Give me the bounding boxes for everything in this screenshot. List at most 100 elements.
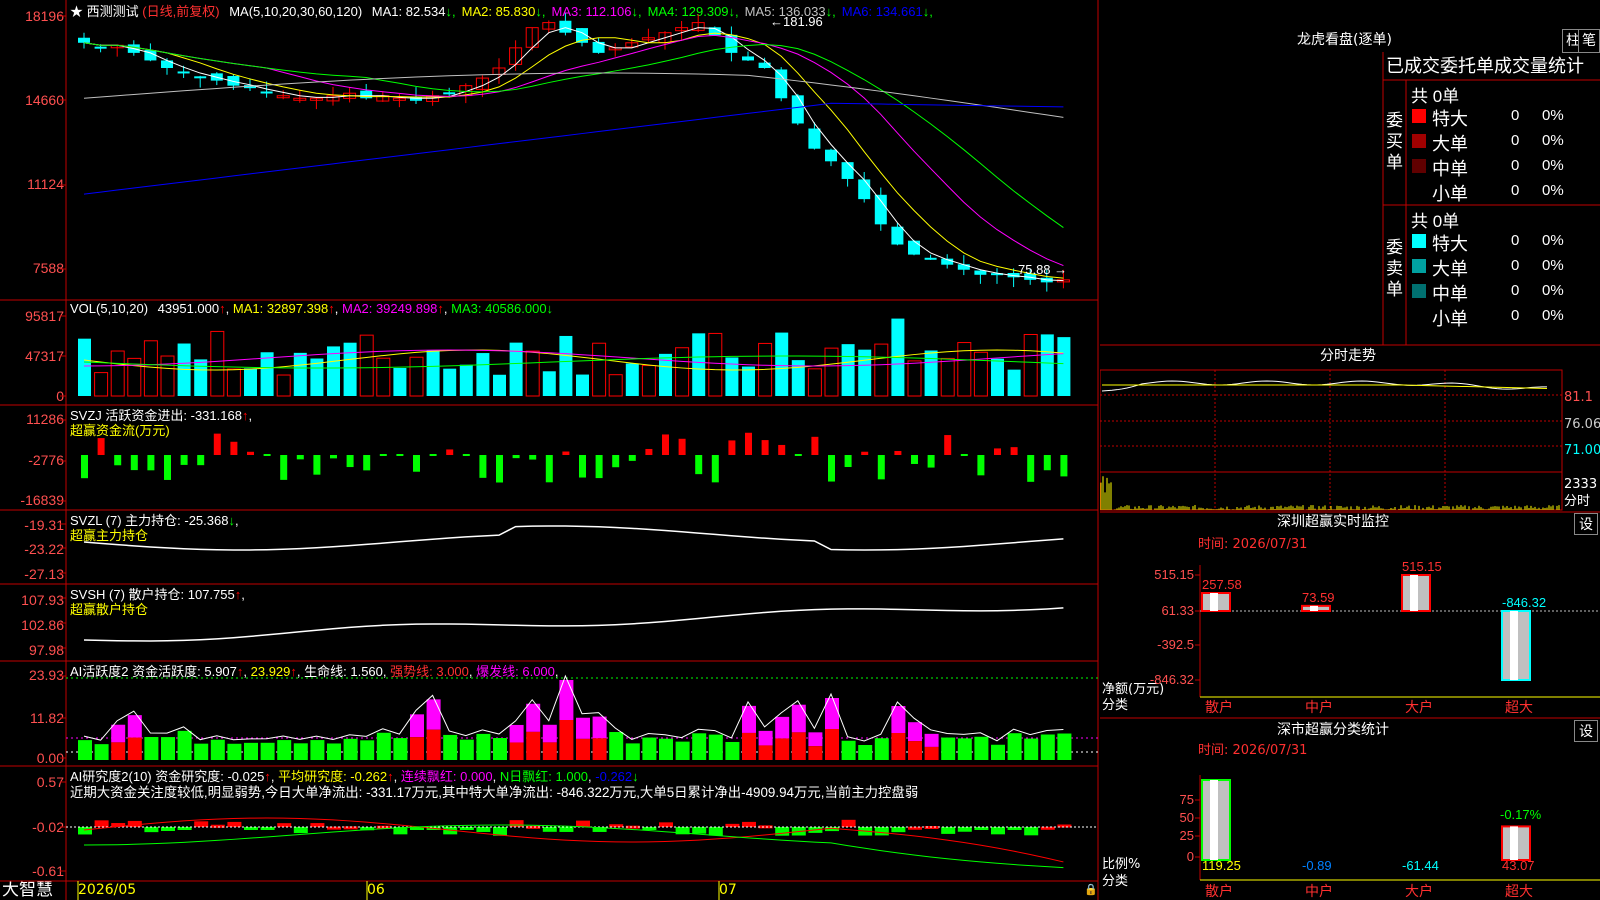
vol-bar bbox=[1007, 369, 1021, 396]
ai2-bar bbox=[708, 827, 723, 836]
ai1-bar bbox=[642, 737, 657, 760]
ai1-bar bbox=[991, 744, 1005, 760]
vol-bar bbox=[493, 374, 506, 396]
flow-bar bbox=[1027, 455, 1035, 482]
ai1-bar bbox=[459, 739, 474, 760]
ss-top-label: -0.17% bbox=[1500, 807, 1542, 822]
candle-down bbox=[559, 20, 572, 33]
ai2-bar bbox=[841, 819, 856, 827]
ai2-bar bbox=[775, 827, 790, 836]
vol-bar bbox=[824, 347, 839, 397]
vol-bar bbox=[110, 350, 125, 397]
flow-bar bbox=[313, 455, 321, 475]
flow-bar bbox=[213, 433, 221, 455]
sz-value-label: 257.58 bbox=[1202, 577, 1242, 592]
ai1-bar bbox=[659, 738, 673, 760]
candle-down bbox=[808, 128, 821, 149]
ai1-bar-top bbox=[542, 724, 557, 743]
vol-bar bbox=[576, 374, 589, 396]
flow-bar bbox=[994, 448, 1001, 455]
ai1-bar-bottom bbox=[758, 745, 773, 760]
ai1-bar bbox=[841, 740, 856, 760]
flow-bar bbox=[429, 454, 437, 456]
flow-bar bbox=[728, 440, 736, 455]
vol-bar bbox=[226, 368, 241, 397]
ai1-bar bbox=[161, 737, 175, 760]
ss-category-label: 超大 bbox=[1505, 883, 1533, 899]
ss-value-label: 43.07 bbox=[1502, 858, 1535, 873]
flow-bar bbox=[695, 455, 703, 475]
ss-tick: 75 bbox=[1180, 792, 1194, 807]
sz-bar-shine bbox=[1410, 575, 1418, 611]
flow-bar bbox=[363, 455, 371, 471]
ai1-bar-top bbox=[509, 724, 524, 743]
ss-bar-shine bbox=[1510, 826, 1518, 860]
ai1-bar bbox=[327, 743, 341, 760]
chart-canvas[interactable]: ←181.96 75.88 → bbox=[0, 0, 1100, 900]
right-chart-canvas[interactable]: 515.15 61.33 -392.5 -846.32 257.58 散户 73.59 中户 5… bbox=[1100, 0, 1600, 900]
vol-bar bbox=[625, 363, 639, 396]
ai1-bar-top bbox=[426, 699, 441, 730]
flow-bar bbox=[662, 434, 669, 455]
sz-bar-shine bbox=[1210, 592, 1218, 611]
ai1-bar-bottom bbox=[592, 738, 607, 760]
candle-down bbox=[791, 95, 804, 124]
ai1-bar bbox=[858, 744, 873, 760]
flow-bar bbox=[247, 451, 254, 455]
vol-bar bbox=[708, 332, 723, 397]
ai1-bar bbox=[941, 737, 956, 760]
vol-bar bbox=[1023, 333, 1038, 397]
ai2-bar bbox=[874, 827, 889, 836]
ai1-bar bbox=[974, 736, 989, 760]
vol-ma3 bbox=[83, 355, 1064, 369]
ai1-bar bbox=[293, 743, 308, 760]
ai1-bar-top bbox=[775, 716, 790, 739]
candle-down bbox=[891, 226, 904, 245]
ai2-bar bbox=[509, 820, 524, 827]
vol-bar bbox=[143, 340, 158, 397]
ai1-bar bbox=[625, 743, 640, 760]
flow-bar bbox=[164, 455, 171, 480]
ai2-bar bbox=[542, 827, 557, 832]
candle-down bbox=[360, 90, 373, 99]
flow-bar bbox=[944, 435, 952, 455]
flow-bar bbox=[745, 432, 752, 455]
flow-bar bbox=[861, 451, 869, 455]
flow-bar bbox=[230, 441, 238, 455]
candle-down bbox=[260, 91, 273, 94]
ai1-bar-bottom bbox=[509, 742, 524, 760]
vol-bar bbox=[742, 366, 755, 396]
vol-bar bbox=[991, 358, 1004, 396]
sz-bar-shine bbox=[1310, 605, 1318, 611]
ai1-bar-bottom bbox=[127, 737, 142, 760]
ai1-bar-top bbox=[791, 704, 806, 733]
candle-down bbox=[194, 76, 207, 79]
ss-value-label: -61.44 bbox=[1402, 858, 1439, 873]
ai1-bar-top bbox=[908, 722, 922, 742]
flow-bar bbox=[396, 454, 404, 456]
vol-bar bbox=[608, 374, 623, 397]
ss-category-label: 散户 bbox=[1205, 883, 1233, 899]
ai1-bar bbox=[177, 730, 192, 760]
ai1-bar-top bbox=[592, 716, 607, 739]
candle-down bbox=[742, 56, 754, 61]
svzl-line bbox=[83, 525, 1064, 551]
flow-bar bbox=[130, 455, 138, 471]
vol-bar bbox=[725, 357, 739, 396]
ai1-bar bbox=[708, 734, 723, 760]
flow-bar bbox=[1060, 455, 1068, 477]
ai2-bar bbox=[293, 827, 308, 834]
flow-bar bbox=[462, 454, 470, 456]
ai2-bar bbox=[161, 827, 175, 831]
ai2-bar bbox=[194, 821, 209, 827]
ss-bar-shine bbox=[1210, 780, 1218, 860]
flow-bar bbox=[711, 455, 719, 483]
ss-tick: 50 bbox=[1180, 810, 1194, 825]
sz-category-label: 大户 bbox=[1405, 699, 1433, 715]
vol-bar bbox=[841, 344, 855, 396]
flow-bar bbox=[894, 450, 902, 455]
vol-bar bbox=[592, 342, 607, 397]
fs-frame bbox=[1100, 369, 1563, 511]
ai1-bar-bottom bbox=[775, 738, 790, 760]
vol-bar bbox=[376, 357, 391, 397]
